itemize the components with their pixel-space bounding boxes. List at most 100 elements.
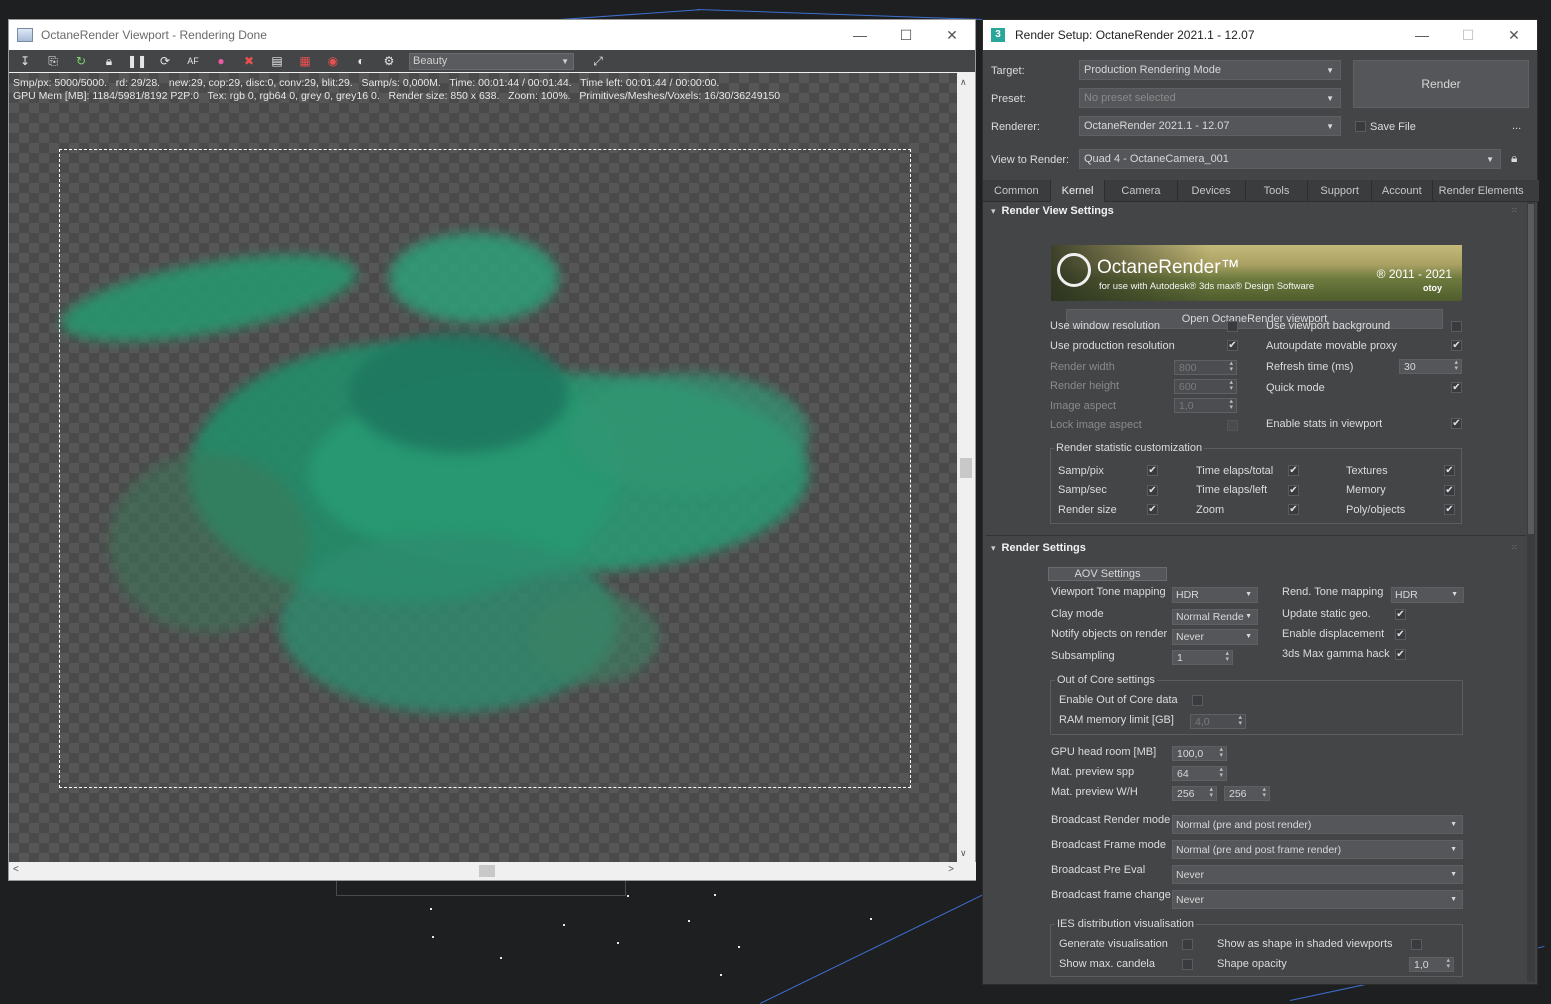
stat-memory-checkbox[interactable]: ✔ — [1444, 485, 1455, 496]
autoupdate-proxy-checkbox[interactable]: ✔ — [1451, 340, 1462, 351]
gamma-hack-checkbox[interactable]: ✔ — [1395, 649, 1406, 660]
notify-objects-dropdown[interactable]: Never ▼ — [1172, 629, 1258, 645]
spinner-arrows-icon[interactable]: ▴ ▾ — [1238, 714, 1242, 727]
tab-devices[interactable]: Devices — [1178, 180, 1246, 202]
save-file-checkbox[interactable] — [1355, 121, 1366, 132]
settings-icon[interactable]: ⚙ — [379, 52, 399, 70]
render-settings-header[interactable]: Render Settings — [991, 542, 1086, 554]
spinner-arrows-icon[interactable]: ▴ ▾ — [1219, 766, 1223, 779]
enable-displacement-checkbox[interactable]: ✔ — [1395, 629, 1406, 640]
mat-preview-spp-spinner[interactable]: 64 ▴ ▾ — [1172, 766, 1227, 781]
stat-time-total-checkbox[interactable]: ✔ — [1288, 465, 1299, 476]
ram-memory-limit-spinner[interactable]: 4,0 ▴ ▾ — [1190, 714, 1246, 729]
scroll-thumb[interactable] — [1528, 204, 1534, 534]
render-button[interactable]: Render — [1353, 60, 1529, 108]
scroll-thumb-horizontal[interactable] — [479, 865, 495, 877]
render-view-settings-header[interactable]: Render View Settings — [991, 205, 1114, 217]
spinner-arrows-icon[interactable]: ▴ ▾ — [1454, 359, 1458, 372]
aov-settings-button[interactable]: AOV Settings — [1048, 567, 1167, 581]
camera-icon[interactable]: ◉ — [323, 52, 343, 70]
mat-preview-height-spinner[interactable]: 256 ▴ ▾ — [1224, 786, 1270, 801]
material-icon[interactable]: ◐ — [351, 52, 371, 70]
zoom-fit-icon[interactable]: ⤢ — [588, 52, 608, 70]
lock-icon[interactable]: 🔒︎ — [99, 52, 119, 70]
ies-shape-opacity-spinner[interactable]: 1,0 ▴ ▾ — [1409, 957, 1454, 972]
maximize-icon[interactable]: ☐ — [883, 20, 929, 50]
use-production-resolution-checkbox[interactable]: ✔ — [1227, 340, 1238, 351]
scroll-down-icon[interactable]: ∨ — [960, 848, 967, 859]
maximize-icon[interactable]: ☐ — [1445, 20, 1491, 50]
use-window-resolution-checkbox[interactable] — [1227, 321, 1238, 332]
stat-zoom-checkbox[interactable]: ✔ — [1288, 504, 1299, 515]
drag-handle-icon[interactable]: ⁙ — [1511, 206, 1518, 215]
refresh-time-spinner[interactable]: 30 ▴ ▾ — [1399, 359, 1462, 374]
film-icon[interactable]: ▦ — [295, 52, 315, 70]
spinner-arrows-icon[interactable]: ▴ ▾ — [1229, 360, 1233, 373]
ies-show-shape-checkbox[interactable] — [1411, 939, 1422, 950]
view-to-render-dropdown[interactable]: Quad 4 - OctaneCamera_001 ▼ — [1079, 149, 1501, 169]
use-viewport-background-checkbox[interactable] — [1451, 321, 1462, 332]
restart-icon[interactable]: ⟳ — [155, 52, 175, 70]
stat-poly-checkbox[interactable]: ✔ — [1444, 504, 1455, 515]
more-options-button[interactable]: ... — [1512, 120, 1521, 132]
copy-icon[interactable]: ⎘ — [43, 52, 63, 70]
stat-time-left-checkbox[interactable]: ✔ — [1288, 485, 1299, 496]
stat-samp-sec-checkbox[interactable]: ✔ — [1147, 485, 1158, 496]
scroll-up-icon[interactable]: ∧ — [960, 77, 967, 88]
close-icon[interactable]: ✕ — [1491, 20, 1537, 50]
scroll-thumb[interactable] — [960, 458, 972, 478]
clay-mode-dropdown[interactable]: Normal Rende ▼ — [1172, 609, 1258, 625]
render-setup-scrollbar[interactable] — [1527, 202, 1535, 982]
tab-render-elements[interactable]: Render Elements — [1433, 180, 1530, 202]
subsampling-spinner[interactable]: 1 ▴ ▾ — [1172, 650, 1233, 665]
ies-max-candela-checkbox[interactable] — [1182, 959, 1193, 970]
color-icon[interactable]: ● — [211, 52, 231, 70]
lock-icon[interactable]: 🔒︎ — [1511, 151, 1517, 166]
render-pass-select[interactable]: Beauty ▼ — [409, 52, 574, 70]
tab-camera[interactable]: Camera — [1105, 180, 1178, 202]
minimize-icon[interactable]: — — [837, 20, 883, 50]
spinner-arrows-icon[interactable]: ▴ ▾ — [1225, 650, 1229, 663]
broadcast-render-mode-dropdown[interactable]: Normal (pre and post render) ▼ — [1172, 815, 1463, 834]
enable-stats-checkbox[interactable]: ✔ — [1451, 418, 1462, 429]
render-canvas[interactable]: Smp/px: 5000/5000. rd: 29/28. new:29, co… — [9, 73, 966, 863]
horizontal-scrollbar[interactable]: < > — [9, 862, 976, 880]
tab-account[interactable]: Account — [1372, 180, 1433, 202]
pause-icon[interactable]: ❚❚ — [127, 52, 147, 70]
quick-mode-checkbox[interactable]: ✔ — [1451, 382, 1462, 393]
save-icon[interactable]: ↧ — [15, 52, 35, 70]
close-icon[interactable]: ✕ — [929, 20, 975, 50]
lock-image-aspect-checkbox[interactable] — [1227, 420, 1238, 431]
tab-common[interactable]: Common — [983, 180, 1051, 202]
mat-preview-width-spinner[interactable]: 256 ▴ ▾ — [1172, 786, 1217, 801]
viewport-tone-mapping-dropdown[interactable]: HDR ▼ — [1172, 587, 1258, 603]
tab-kernel[interactable]: Kernel — [1050, 180, 1106, 202]
stat-samp-pix-checkbox[interactable]: ✔ — [1147, 465, 1158, 476]
broadcast-frame-change-dropdown[interactable]: Never ▼ — [1172, 890, 1463, 909]
broadcast-pre-eval-dropdown[interactable]: Never ▼ — [1172, 865, 1463, 884]
scroll-right-icon[interactable]: > — [948, 864, 954, 875]
spinner-arrows-icon[interactable]: ▴ ▾ — [1262, 786, 1266, 799]
scroll-left-icon[interactable]: < — [13, 864, 19, 875]
spinner-arrows-icon[interactable]: ▴ ▾ — [1446, 957, 1450, 970]
stat-textures-checkbox[interactable]: ✔ — [1444, 465, 1455, 476]
render-setup-titlebar[interactable]: 3 Render Setup: OctaneRender 2021.1 - 12… — [983, 20, 1537, 50]
enable-out-of-core-checkbox[interactable] — [1192, 695, 1203, 706]
gpu-headroom-spinner[interactable]: 100,0 ▴ ▾ — [1172, 746, 1227, 761]
spinner-arrows-icon[interactable]: ▴ ▾ — [1229, 398, 1233, 411]
refresh-icon[interactable]: ↻ — [71, 52, 91, 70]
spinner-arrows-icon[interactable]: ▴ ▾ — [1209, 786, 1213, 799]
region-icon[interactable]: ✖ — [239, 52, 259, 70]
stat-render-size-checkbox[interactable]: ✔ — [1147, 504, 1158, 515]
update-static-geo-checkbox[interactable]: ✔ — [1395, 609, 1406, 620]
viewport-titlebar[interactable]: OctaneRender Viewport - Rendering Done —… — [9, 20, 975, 50]
render-height-spinner[interactable]: 600 ▴ ▾ — [1174, 379, 1237, 394]
tab-support[interactable]: Support — [1308, 180, 1372, 202]
spinner-arrows-icon[interactable]: ▴ ▾ — [1229, 379, 1233, 392]
image-aspect-spinner[interactable]: 1,0 ▴ ▾ — [1174, 398, 1237, 413]
minimize-icon[interactable]: — — [1399, 20, 1445, 50]
preset-dropdown[interactable]: No preset selected ▼ — [1079, 88, 1341, 108]
display-icon[interactable]: ▤ — [267, 52, 287, 70]
renderer-dropdown[interactable]: OctaneRender 2021.1 - 12.07 ▼ — [1079, 116, 1341, 136]
broadcast-frame-mode-dropdown[interactable]: Normal (pre and post frame render) ▼ — [1172, 840, 1463, 859]
